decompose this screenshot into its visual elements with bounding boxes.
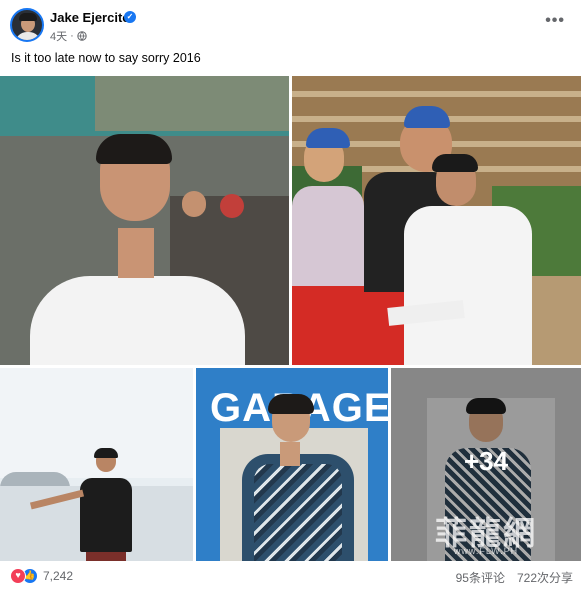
- author-name[interactable]: Jake Ejercito: [50, 10, 130, 25]
- love-reaction-icon: ♥: [10, 568, 26, 584]
- reactions-summary[interactable]: ♥ 👍 7,242: [10, 568, 73, 584]
- author-avatar[interactable]: [10, 8, 44, 42]
- feed-post: Jake Ejercito ✓ 4天 · ••• Is it too late …: [0, 0, 581, 589]
- more-options-icon[interactable]: •••: [545, 12, 565, 30]
- watermark-url: www.FLW.PH: [453, 546, 519, 556]
- post-stats: 95条评论 722次分享: [456, 569, 573, 586]
- photo-4-magazine[interactable]: GARAGE: [196, 368, 388, 561]
- post-timestamp[interactable]: 4天: [50, 28, 67, 44]
- photo-5[interactable]: +34 菲龍網 www.FLW.PH: [391, 368, 581, 561]
- photo-3[interactable]: [0, 368, 193, 561]
- comment-count[interactable]: 95条评论: [456, 569, 505, 586]
- photo-2[interactable]: [292, 76, 581, 365]
- more-photos-count[interactable]: +34: [391, 446, 581, 477]
- verified-icon: ✓: [124, 11, 136, 23]
- share-count[interactable]: 722次分享: [517, 569, 573, 586]
- photo-1[interactable]: [0, 76, 289, 365]
- reaction-count: 7,242: [43, 569, 74, 583]
- post-caption: Is it too late now to say sorry 2016: [11, 51, 201, 65]
- globe-icon: [77, 31, 87, 41]
- post-meta: 4天 ·: [50, 28, 87, 44]
